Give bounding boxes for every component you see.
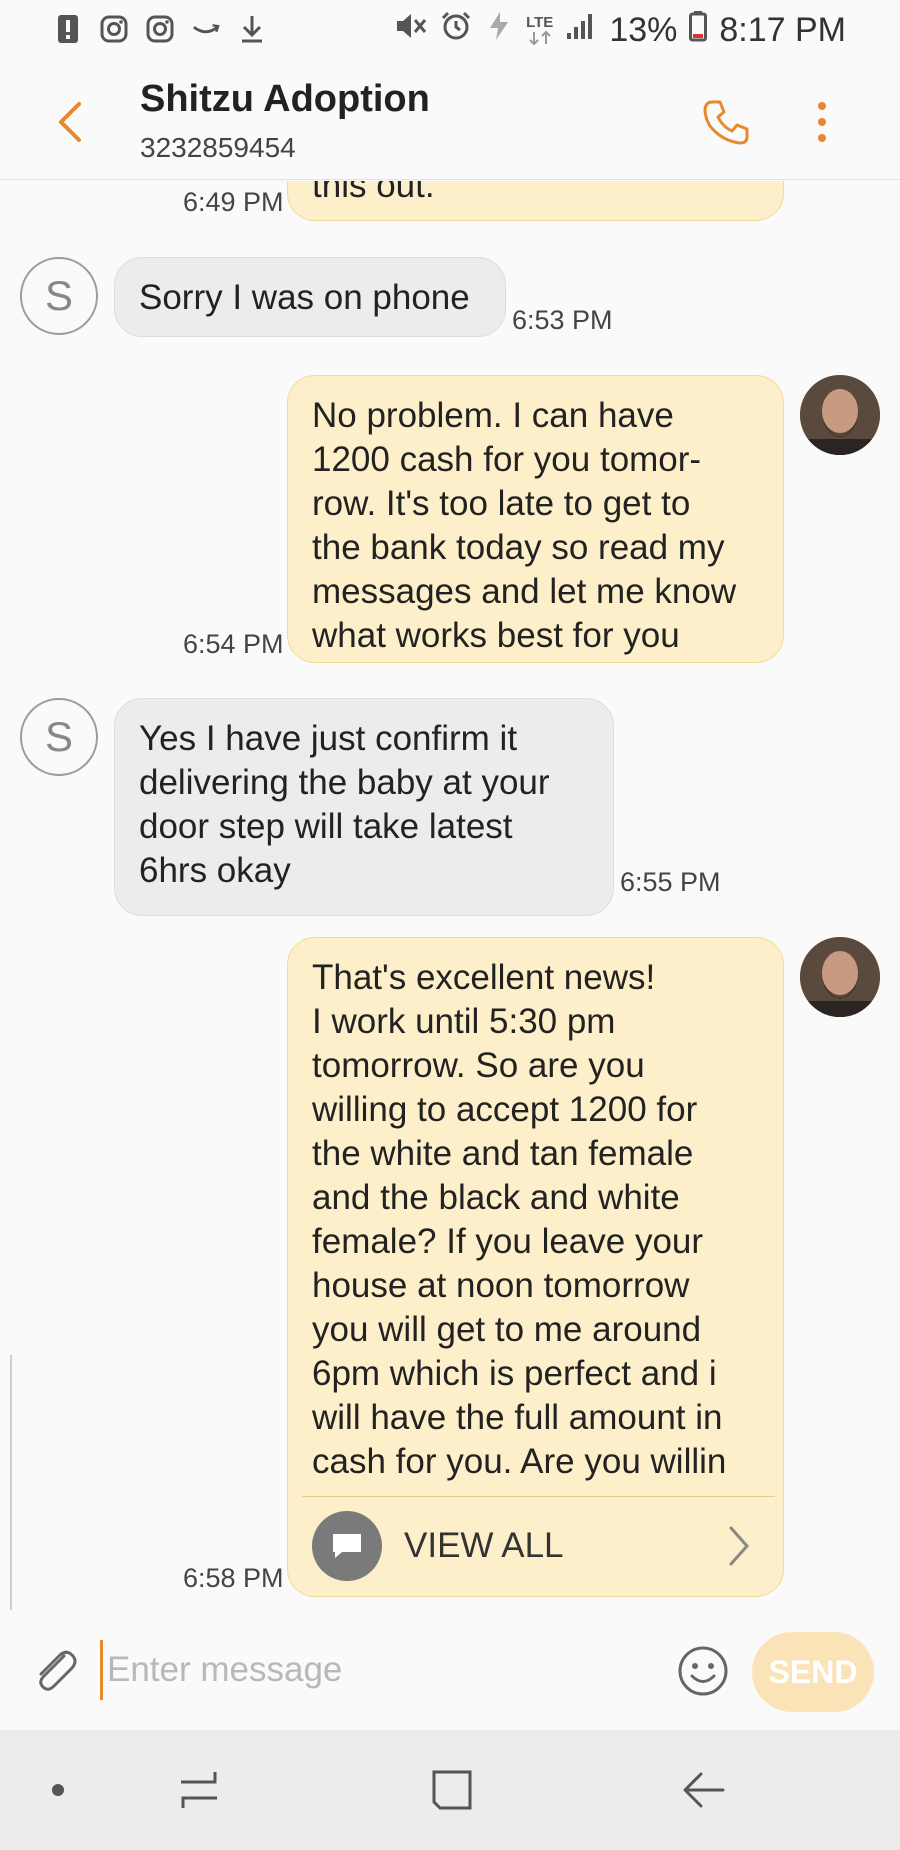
battery-icon bbox=[689, 10, 708, 51]
outgoing-message[interactable]: That's excellent news! I work until 5:30… bbox=[287, 937, 784, 1597]
instagram-icon bbox=[100, 14, 128, 44]
instagram-icon bbox=[146, 14, 174, 44]
smiley-icon bbox=[678, 1646, 728, 1696]
chevron-right-icon bbox=[719, 1516, 759, 1576]
message-line: That's excellent news! bbox=[312, 958, 656, 997]
message-text: this out. bbox=[312, 181, 435, 205]
lte-label: LTE bbox=[526, 13, 554, 31]
message-line: what works best for you bbox=[312, 616, 680, 655]
back-icon bbox=[683, 1772, 725, 1808]
navigation-bar bbox=[0, 1730, 900, 1850]
signal-icon bbox=[565, 11, 597, 50]
message-line: cash for you. Are you willin bbox=[312, 1442, 727, 1481]
more-options-button[interactable] bbox=[806, 92, 838, 152]
message-line: 1200 cash for you tomor- bbox=[312, 440, 702, 479]
message-line: messages and let me know bbox=[312, 572, 737, 611]
message-line: 6hrs okay bbox=[139, 851, 291, 890]
message-line: I work until 5:30 pm bbox=[312, 1002, 616, 1041]
message-text: Sorry I was on phone bbox=[139, 278, 470, 317]
contact-avatar[interactable]: S bbox=[20, 698, 98, 776]
status-bar: LTE 13% 8:17 PM bbox=[0, 0, 900, 62]
contact-phone: 3232859454 bbox=[140, 132, 296, 163]
contact-avatar[interactable]: S bbox=[20, 257, 98, 335]
conversation-header: Shitzu Adoption 3232859454 bbox=[0, 62, 900, 180]
message-time: 6:53 PM bbox=[512, 305, 613, 335]
alarm-icon bbox=[440, 10, 472, 51]
phone-icon bbox=[703, 100, 749, 145]
mute-icon bbox=[394, 11, 428, 50]
message-line: tomorrow. So are you bbox=[312, 1046, 645, 1085]
message-time: 6:49 PM bbox=[183, 187, 284, 217]
home-button[interactable] bbox=[422, 1760, 482, 1820]
message-line: you will get to me around bbox=[312, 1310, 702, 1349]
message-icon bbox=[312, 1511, 382, 1581]
message-line: the bank today so read my bbox=[312, 528, 725, 567]
message-line: female? If you leave your bbox=[312, 1222, 704, 1261]
clock: 8:17 PM bbox=[719, 11, 846, 49]
alert-icon bbox=[54, 14, 82, 44]
send-button[interactable]: SEND bbox=[752, 1632, 874, 1712]
back-button[interactable] bbox=[48, 92, 92, 152]
call-button[interactable] bbox=[696, 92, 756, 152]
my-avatar[interactable] bbox=[800, 937, 880, 1017]
message-line: No problem. I can have bbox=[312, 396, 674, 435]
message-time: 6:58 PM bbox=[183, 1563, 284, 1593]
emoji-button[interactable] bbox=[676, 1644, 730, 1698]
outgoing-message[interactable]: this out. bbox=[287, 181, 784, 221]
message-input[interactable] bbox=[100, 1640, 640, 1700]
paperclip-icon bbox=[39, 1650, 77, 1691]
message-line: delivering the baby at your bbox=[139, 763, 550, 802]
message-line: 6pm which is perfect and i bbox=[312, 1354, 717, 1393]
attach-button[interactable] bbox=[26, 1640, 84, 1698]
incoming-message[interactable]: Sorry I was on phone bbox=[114, 257, 506, 337]
message-line: will have the full amount in bbox=[312, 1398, 723, 1437]
recent-apps-button[interactable] bbox=[169, 1760, 229, 1820]
download-icon bbox=[238, 14, 266, 44]
message-line: row. It's too late to get to bbox=[312, 484, 691, 523]
data-saver-icon bbox=[484, 10, 514, 51]
message-line: door step will take latest bbox=[139, 807, 513, 846]
amazon-icon bbox=[192, 14, 220, 44]
outgoing-message[interactable]: No problem. I can have 1200 cash for you… bbox=[287, 375, 784, 663]
divider bbox=[302, 1496, 775, 1497]
message-line: and the black and white bbox=[312, 1178, 680, 1217]
message-line: willing to accept 1200 for bbox=[312, 1090, 698, 1129]
nav-dot-button[interactable] bbox=[28, 1760, 88, 1820]
composer-bar: SEND bbox=[0, 1610, 900, 1730]
contact-name: Shitzu Adoption bbox=[140, 78, 430, 120]
avatar-letter: S bbox=[44, 713, 73, 760]
avatar-letter: S bbox=[44, 272, 73, 319]
message-list[interactable]: this out. 6:49 PM S Sorry I was on phone… bbox=[0, 181, 900, 1606]
message-time: 6:54 PM bbox=[183, 629, 284, 659]
message-line: house at noon tomorrow bbox=[312, 1266, 690, 1305]
message-line: the white and tan female bbox=[312, 1134, 694, 1173]
home-icon bbox=[432, 1770, 472, 1810]
chevron-left-icon bbox=[59, 102, 81, 142]
message-time: 6:55 PM bbox=[620, 867, 721, 897]
my-avatar[interactable] bbox=[800, 375, 880, 455]
message-line: Yes I have just confirm it bbox=[139, 719, 518, 758]
nav-back-button[interactable] bbox=[674, 1760, 734, 1820]
more-vertical-icon bbox=[818, 102, 826, 142]
lte-icon: LTE bbox=[526, 13, 554, 46]
battery-percent: 13% bbox=[609, 11, 678, 49]
recent-apps-icon bbox=[181, 1772, 217, 1808]
dot-icon bbox=[52, 1784, 64, 1796]
view-all-button[interactable]: VIEW ALL bbox=[312, 1506, 759, 1586]
incoming-message[interactable]: Yes I have just confirm it delivering th… bbox=[114, 698, 614, 916]
view-all-label: VIEW ALL bbox=[404, 1526, 564, 1565]
